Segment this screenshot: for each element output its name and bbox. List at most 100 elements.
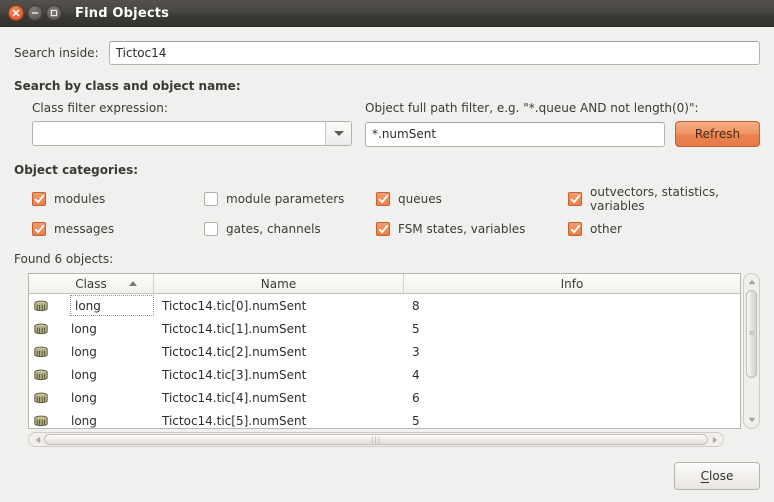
results-table-wrapper: Class Name Info long Tictoc14.tic[0].num…	[14, 273, 760, 429]
table-row[interactable]: long Tictoc14.tic[1].numSent 5	[29, 317, 740, 340]
checkbox-modules[interactable]: modules	[32, 185, 204, 213]
filters-row: Class filter expression: Object full pat…	[14, 101, 760, 147]
cell-class: long	[29, 390, 154, 406]
cell-info: 8	[412, 298, 420, 313]
scroll-left-arrow-icon[interactable]	[31, 436, 44, 444]
checkbox-outvectors-statistics-variables[interactable]: outvectors, statistics, variables	[568, 185, 760, 213]
close-button[interactable]: Close	[674, 462, 760, 490]
class-filter-label: Class filter expression:	[32, 101, 168, 115]
grip-icon: ≡	[748, 329, 755, 338]
cell-name: Tictoc14.tic[1].numSent	[162, 321, 307, 336]
cell-name: Tictoc14.tic[0].numSent	[162, 298, 307, 313]
table-row[interactable]: long Tictoc14.tic[3].numSent 4	[29, 363, 740, 386]
checkbox-unchecked-icon	[204, 222, 218, 236]
table-row[interactable]: long Tictoc14.tic[5].numSent 5	[29, 409, 740, 428]
vertical-scroll-track[interactable]: ≡	[746, 288, 757, 414]
checkbox-label: other	[590, 222, 622, 236]
checkbox-checked-icon	[376, 222, 390, 236]
checkbox-unchecked-icon	[204, 192, 218, 206]
cell-class-label: long	[71, 321, 97, 336]
search-inside-row: Search inside:	[14, 27, 760, 65]
checkbox-messages[interactable]: messages	[32, 222, 204, 236]
checkbox-fsm-states-variables[interactable]: FSM states, variables	[376, 222, 568, 236]
results-vertical-scrollbar[interactable]: ≡	[743, 273, 760, 429]
column-header-label: Name	[260, 276, 297, 291]
close-button-label: lose	[709, 469, 734, 483]
cell-class-label: long	[71, 367, 97, 382]
search-inside-input[interactable]	[108, 41, 760, 65]
checkbox-checked-icon	[568, 222, 582, 236]
find-objects-dialog: Search inside: Search by class and objec…	[0, 27, 774, 502]
table-row[interactable]: long Tictoc14.tic[4].numSent 6	[29, 386, 740, 409]
column-header-label: Info	[560, 276, 584, 291]
scroll-up-arrow-icon[interactable]	[748, 276, 756, 288]
checkbox-gates-channels[interactable]: gates, channels	[204, 222, 376, 236]
checkbox-queues[interactable]: queues	[376, 185, 568, 213]
column-header-info[interactable]: Info	[404, 274, 740, 293]
vertical-scroll-thumb[interactable]: ≡	[746, 290, 757, 378]
results-table: Class Name Info long Tictoc14.tic[0].num…	[28, 273, 741, 429]
table-body: long Tictoc14.tic[0].numSent 8 long Tict…	[29, 294, 740, 428]
window-maximize-icon[interactable]	[46, 5, 62, 21]
search-inside-label: Search inside:	[14, 46, 99, 60]
checkbox-label: outvectors, statistics, variables	[590, 185, 719, 213]
variable-icon	[34, 346, 48, 357]
column-header-name[interactable]: Name	[154, 274, 404, 293]
checkbox-label: FSM states, variables	[398, 222, 526, 236]
table-row[interactable]: long Tictoc14.tic[2].numSent 3	[29, 340, 740, 363]
cell-name: Tictoc14.tic[4].numSent	[162, 390, 307, 405]
results-horizontal-scrollbar[interactable]: |||	[28, 432, 724, 447]
cell-class: long	[29, 295, 154, 316]
found-objects-label: Found 6 objects:	[14, 252, 114, 266]
checkbox-label: modules	[54, 192, 106, 206]
dialog-footer: Close	[674, 462, 760, 490]
close-mnemonic: C	[700, 469, 710, 483]
cell-info: 3	[412, 344, 420, 359]
window-title: Find Objects	[75, 5, 170, 21]
horizontal-scroll-track[interactable]: |||	[44, 434, 708, 445]
cell-class-label: long	[71, 344, 97, 359]
refresh-button[interactable]: Refresh	[675, 121, 760, 147]
horizontal-scroll-thumb[interactable]: |||	[44, 434, 708, 445]
cell-class-label: long	[71, 390, 97, 405]
table-row[interactable]: long Tictoc14.tic[0].numSent 8	[29, 294, 740, 317]
variable-icon	[34, 415, 48, 426]
checkbox-label: module parameters	[226, 192, 345, 206]
window-titlebar: Find Objects	[0, 0, 774, 27]
cell-name: Tictoc14.tic[2].numSent	[162, 344, 307, 359]
class-filter-combo[interactable]	[32, 121, 352, 146]
scroll-right-arrow-icon[interactable]	[708, 436, 721, 444]
cell-info: 5	[412, 321, 420, 336]
checkbox-label: queues	[398, 192, 442, 206]
variable-icon	[34, 392, 48, 403]
chevron-down-icon	[333, 131, 344, 136]
checkbox-module-parameters[interactable]: module parameters	[204, 185, 376, 213]
search-by-section-title: Search by class and object name:	[14, 79, 241, 93]
table-header-row: Class Name Info	[29, 274, 740, 294]
variable-icon	[34, 300, 48, 311]
checkbox-label: messages	[54, 222, 115, 236]
path-filter-row: Refresh	[365, 121, 760, 147]
checkbox-checked-icon	[32, 192, 46, 206]
window-minimize-icon[interactable]	[27, 5, 43, 21]
checkbox-checked-icon	[32, 222, 46, 236]
cell-class: long	[29, 413, 154, 429]
sort-ascending-icon	[129, 281, 137, 286]
checkbox-other[interactable]: other	[568, 222, 760, 236]
class-filter-input[interactable]	[33, 122, 325, 145]
object-categories-grid: modules module parameters queues outvect…	[14, 185, 760, 236]
cell-info: 5	[412, 413, 420, 428]
path-filter-input[interactable]	[365, 121, 665, 147]
cell-info: 4	[412, 367, 420, 382]
cell-name: Tictoc14.tic[3].numSent	[162, 367, 307, 382]
scroll-down-arrow-icon[interactable]	[748, 414, 756, 426]
column-header-class[interactable]: Class	[29, 274, 154, 293]
cell-class: long	[29, 344, 154, 360]
path-filter-group: Object full path filter, e.g. "*.queue A…	[365, 101, 760, 147]
grip-icon: |||	[370, 435, 382, 444]
class-filter-dropdown-button[interactable]	[325, 122, 351, 145]
checkbox-checked-icon	[376, 192, 390, 206]
cell-class: long	[29, 321, 154, 337]
checkbox-checked-icon	[568, 192, 582, 206]
window-close-icon[interactable]	[8, 5, 24, 21]
